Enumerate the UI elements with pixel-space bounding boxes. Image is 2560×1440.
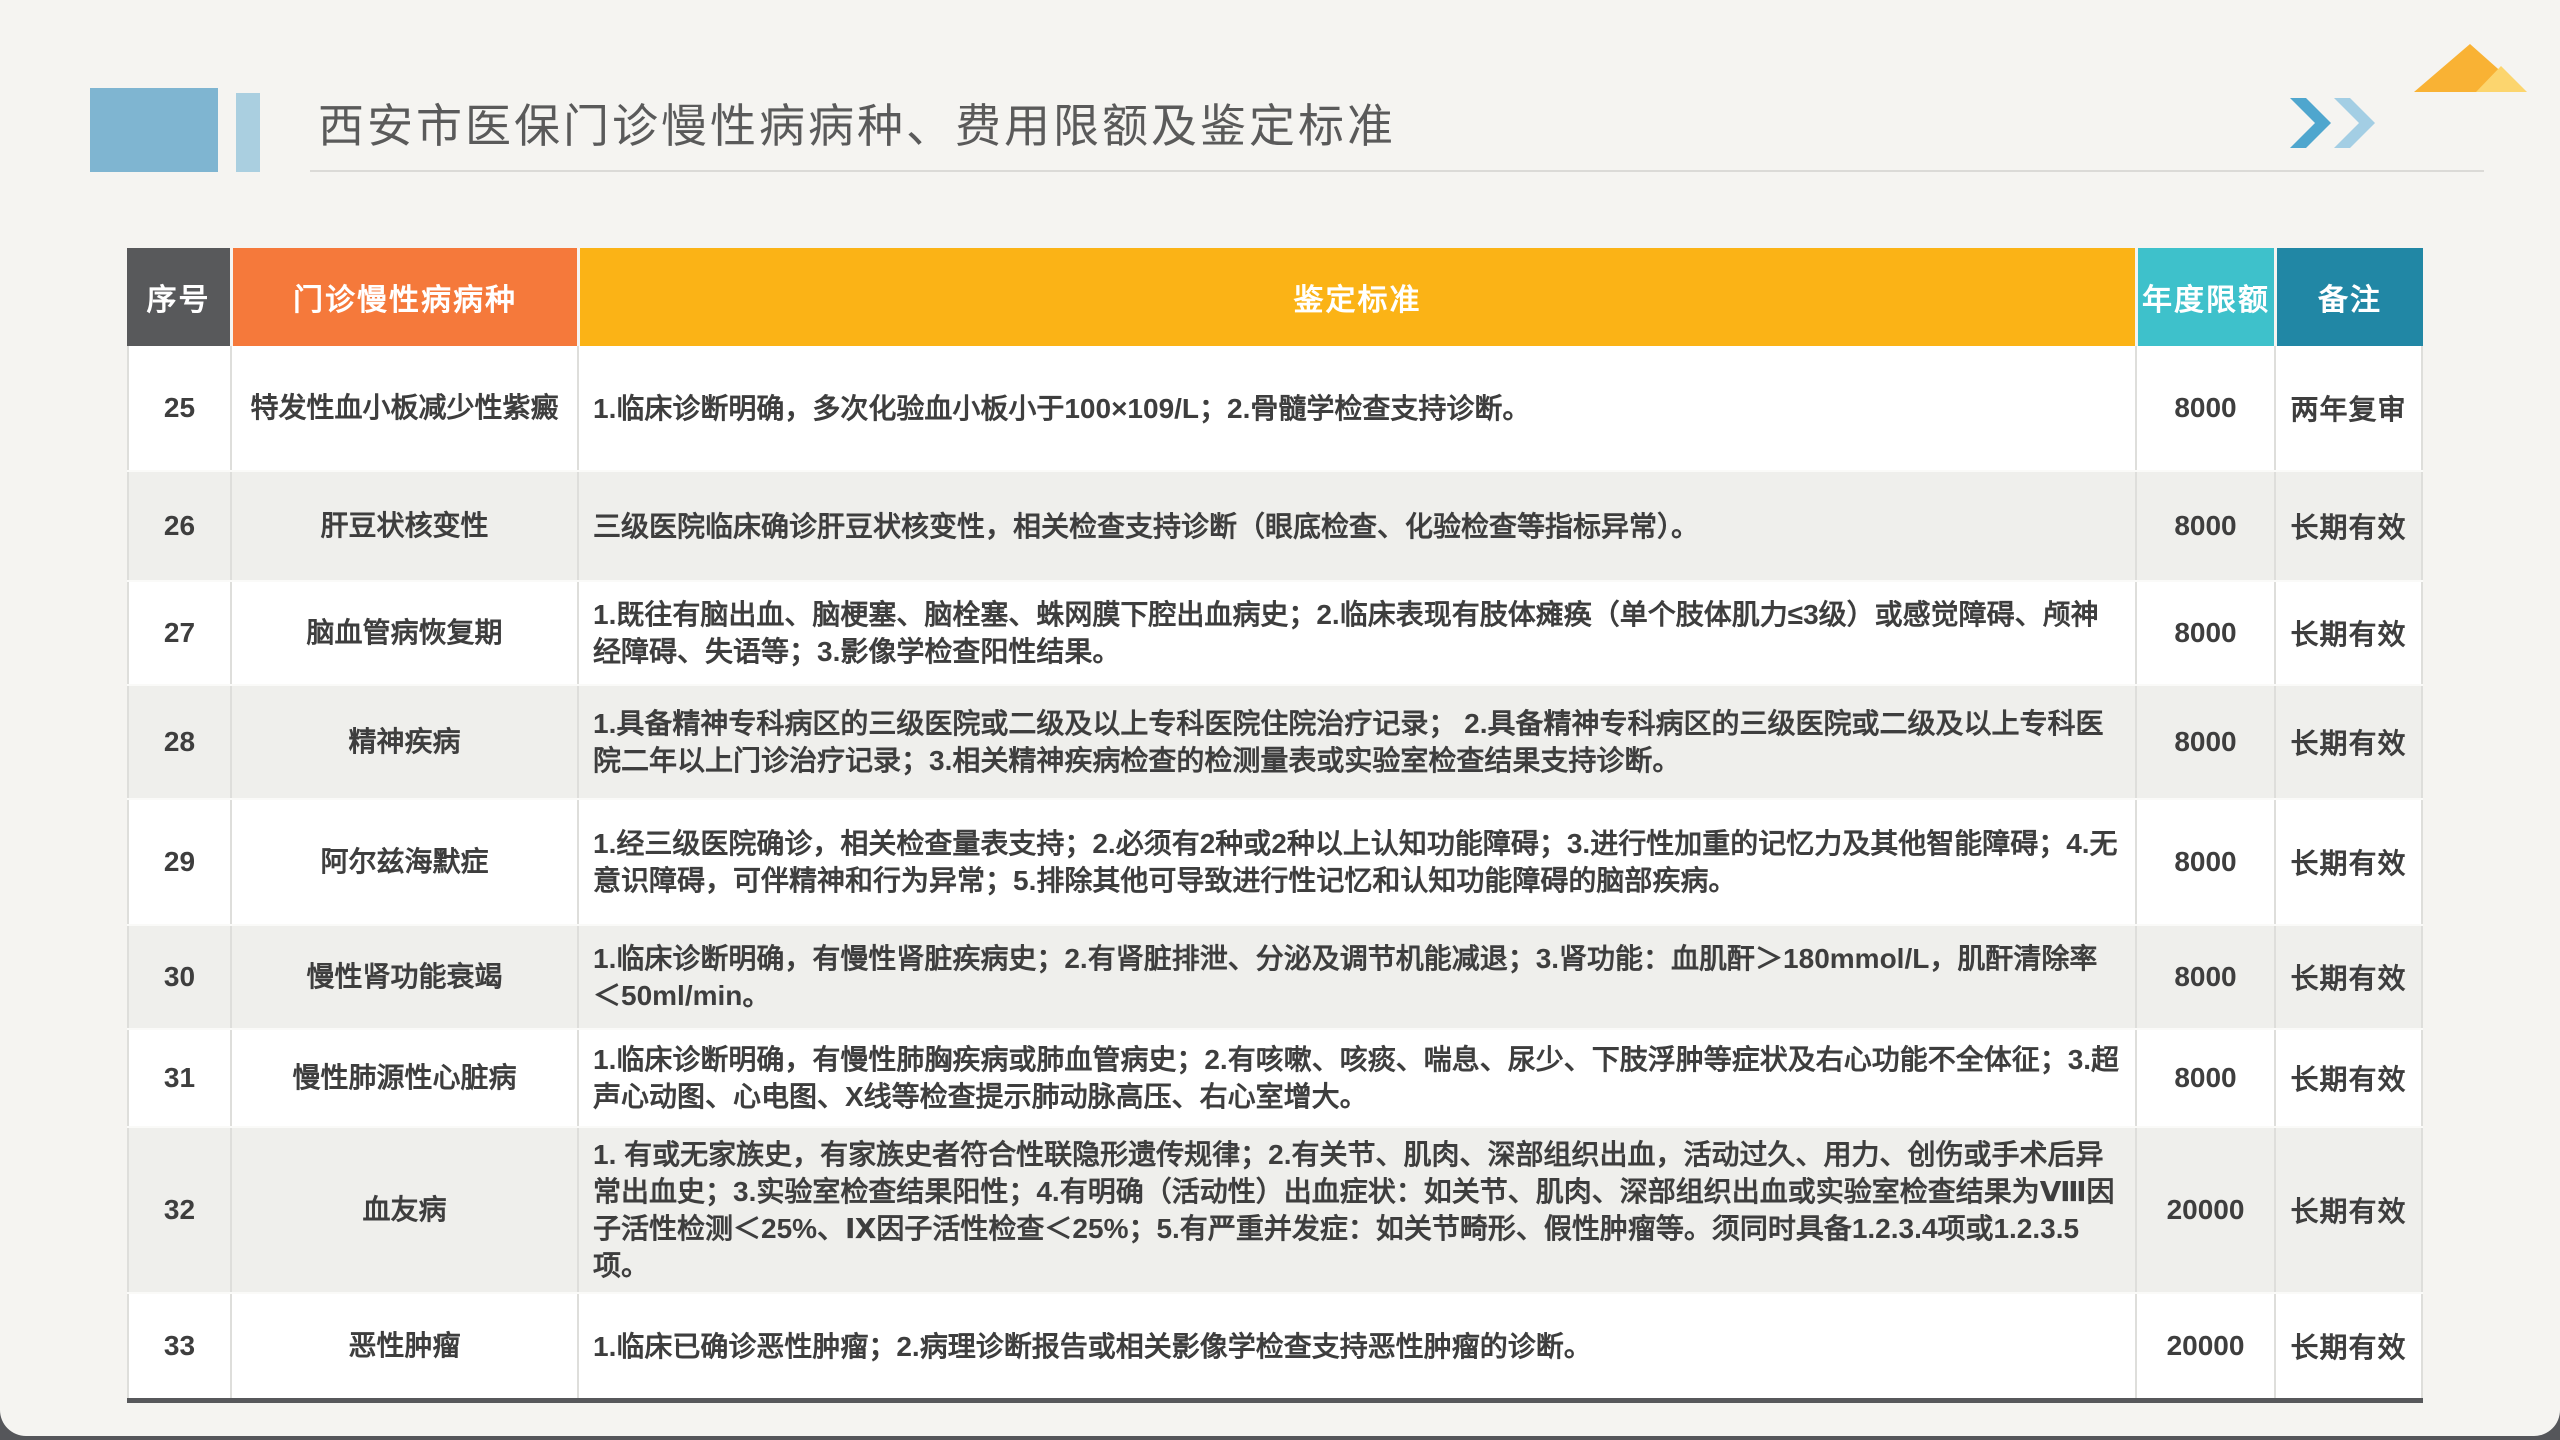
table-row: 25 特发性血小板减少性紫癜 1.临床诊断明确，多次化验血小板小于100×109… — [127, 346, 2423, 470]
disease-cell: 特发性血小板减少性紫癜 — [230, 346, 577, 470]
note-cell: 长期有效 — [2274, 1128, 2423, 1292]
table-row: 33 恶性肿瘤 1.临床已确诊恶性肿瘤；2.病理诊断报告或相关影像学检查支持恶性… — [127, 1292, 2423, 1398]
header-note: 备注 — [2274, 248, 2423, 346]
row-number-cell: 27 — [127, 582, 230, 684]
limit-cell: 8000 — [2135, 346, 2274, 470]
title-divider — [310, 170, 2484, 172]
double-chevron-icon — [2290, 98, 2376, 148]
note-cell: 长期有效 — [2274, 582, 2423, 684]
row-number-cell: 26 — [127, 472, 230, 580]
disease-cell: 脑血管病恢复期 — [230, 582, 577, 684]
standard-cell: 1.临床诊断明确，有慢性肺胸疾病或肺血管病史；2.有咳嗽、咳痰、喘息、尿少、下肢… — [577, 1030, 2135, 1126]
table-row: 30 慢性肾功能衰竭 1.临床诊断明确，有慢性肾脏疾病史；2.有肾脏排泄、分泌及… — [127, 924, 2423, 1028]
disease-cell: 恶性肿瘤 — [230, 1294, 577, 1398]
standard-cell: 1.临床诊断明确，多次化验血小板小于100×109/L；2.骨髓学检查支持诊断。 — [577, 346, 2135, 470]
limit-cell: 20000 — [2135, 1294, 2274, 1398]
limit-cell: 8000 — [2135, 800, 2274, 924]
disease-cell: 肝豆状核变性 — [230, 472, 577, 580]
row-number-cell: 31 — [127, 1030, 230, 1126]
header-standard: 鉴定标准 — [577, 248, 2135, 346]
note-cell: 两年复审 — [2274, 346, 2423, 470]
page-title: 西安市医保门诊慢性病病种、费用限额及鉴定标准 — [318, 94, 1396, 158]
table-row: 31 慢性肺源性心脏病 1.临床诊断明确，有慢性肺胸疾病或肺血管病史；2.有咳嗽… — [127, 1028, 2423, 1126]
row-number-cell: 28 — [127, 686, 230, 798]
row-number-cell: 25 — [127, 346, 230, 470]
mountain-icon — [2414, 44, 2528, 92]
limit-cell: 8000 — [2135, 926, 2274, 1028]
table-header-row: 序号 门诊慢性病病种 鉴定标准 年度限额 备注 — [127, 248, 2423, 346]
standard-text: 1. 有或无家族史，有家族史者符合性联隐形遗传规律；2.有关节、肌肉、深部组织出… — [579, 1128, 2135, 1292]
header-limit: 年度限额 — [2135, 248, 2274, 346]
table-row: 26 肝豆状核变性 三级医院临床确诊肝豆状核变性，相关检查支持诊断（眼底检查、化… — [127, 470, 2423, 580]
note-cell: 长期有效 — [2274, 472, 2423, 580]
row-number-cell: 33 — [127, 1294, 230, 1398]
table-row: 28 精神疾病 1.具备精神专科病区的三级医院或二级及以上专科医院住院治疗记录；… — [127, 684, 2423, 798]
standard-text: 1.经三级医院确诊，相关检查量表支持；2.必须有2种或2种以上认知功能障碍；3.… — [579, 817, 2135, 907]
disease-cell: 精神疾病 — [230, 686, 577, 798]
table-row: 29 阿尔兹海默症 1.经三级医院确诊，相关检查量表支持；2.必须有2种或2种以… — [127, 798, 2423, 924]
table-body: 25 特发性血小板减少性紫癜 1.临床诊断明确，多次化验血小板小于100×109… — [127, 346, 2423, 1398]
standard-cell: 三级医院临床确诊肝豆状核变性，相关检查支持诊断（眼底检查、化验检查等指标异常）。 — [577, 472, 2135, 580]
row-number-cell: 32 — [127, 1128, 230, 1292]
standard-cell: 1. 有或无家族史，有家族史者符合性联隐形遗传规律；2.有关节、肌肉、深部组织出… — [577, 1128, 2135, 1292]
standard-cell: 1.临床已确诊恶性肿瘤；2.病理诊断报告或相关影像学检查支持恶性肿瘤的诊断。 — [577, 1294, 2135, 1398]
standard-cell: 1.经三级医院确诊，相关检查量表支持；2.必须有2种或2种以上认知功能障碍；3.… — [577, 800, 2135, 924]
disease-cell: 慢性肺源性心脏病 — [230, 1030, 577, 1126]
row-number-cell: 29 — [127, 800, 230, 924]
title-accent-bar — [236, 93, 260, 172]
note-cell: 长期有效 — [2274, 1294, 2423, 1398]
standard-text: 1.既往有脑出血、脑梗塞、脑栓塞、蛛网膜下腔出血病史；2.临床表现有肢体瘫痪（单… — [579, 588, 2135, 678]
standard-cell: 1.具备精神专科病区的三级医院或二级及以上专科医院住院治疗记录； 2.具备精神专… — [577, 686, 2135, 798]
note-cell: 长期有效 — [2274, 926, 2423, 1028]
slide: 西安市医保门诊慢性病病种、费用限额及鉴定标准 序号 门诊慢性病病种 鉴定标准 年… — [0, 0, 2560, 1436]
standard-cell: 1.既往有脑出血、脑梗塞、脑栓塞、蛛网膜下腔出血病史；2.临床表现有肢体瘫痪（单… — [577, 582, 2135, 684]
table-row: 32 血友病 1. 有或无家族史，有家族史者符合性联隐形遗传规律；2.有关节、肌… — [127, 1126, 2423, 1292]
standard-text: 三级医院临床确诊肝豆状核变性，相关检查支持诊断（眼底检查、化验检查等指标异常）。 — [579, 500, 1713, 553]
note-cell: 长期有效 — [2274, 686, 2423, 798]
limit-cell: 20000 — [2135, 1128, 2274, 1292]
row-number-cell: 30 — [127, 926, 230, 1028]
table-row: 27 脑血管病恢复期 1.既往有脑出血、脑梗塞、脑栓塞、蛛网膜下腔出血病史；2.… — [127, 580, 2423, 684]
limit-cell: 8000 — [2135, 472, 2274, 580]
standard-text: 1.临床已确诊恶性肿瘤；2.病理诊断报告或相关影像学检查支持恶性肿瘤的诊断。 — [579, 1320, 1606, 1373]
standard-text: 1.临床诊断明确，有慢性肺胸疾病或肺血管病史；2.有咳嗽、咳痰、喘息、尿少、下肢… — [579, 1033, 2135, 1123]
header-disease: 门诊慢性病病种 — [230, 248, 577, 346]
limit-cell: 8000 — [2135, 582, 2274, 684]
standard-text: 1.临床诊断明确，有慢性肾脏疾病史；2.有肾脏排泄、分泌及调节机能减退；3.肾功… — [579, 932, 2135, 1022]
standard-cell: 1.临床诊断明确，有慢性肾脏疾病史；2.有肾脏排泄、分泌及调节机能减退；3.肾功… — [577, 926, 2135, 1028]
standard-text: 1.具备精神专科病区的三级医院或二级及以上专科医院住院治疗记录； 2.具备精神专… — [579, 697, 2135, 787]
note-cell: 长期有效 — [2274, 1030, 2423, 1126]
standard-text: 1.临床诊断明确，多次化验血小板小于100×109/L；2.骨髓学检查支持诊断。 — [579, 382, 1544, 435]
disease-cell: 慢性肾功能衰竭 — [230, 926, 577, 1028]
chronic-disease-table: 序号 门诊慢性病病种 鉴定标准 年度限额 备注 25 特发性血小板减少性紫癜 1… — [127, 248, 2423, 1403]
disease-cell: 阿尔兹海默症 — [230, 800, 577, 924]
limit-cell: 8000 — [2135, 1030, 2274, 1126]
header-seq: 序号 — [127, 248, 230, 346]
title-accent-square — [90, 88, 218, 172]
limit-cell: 8000 — [2135, 686, 2274, 798]
disease-cell: 血友病 — [230, 1128, 577, 1292]
note-cell: 长期有效 — [2274, 800, 2423, 924]
